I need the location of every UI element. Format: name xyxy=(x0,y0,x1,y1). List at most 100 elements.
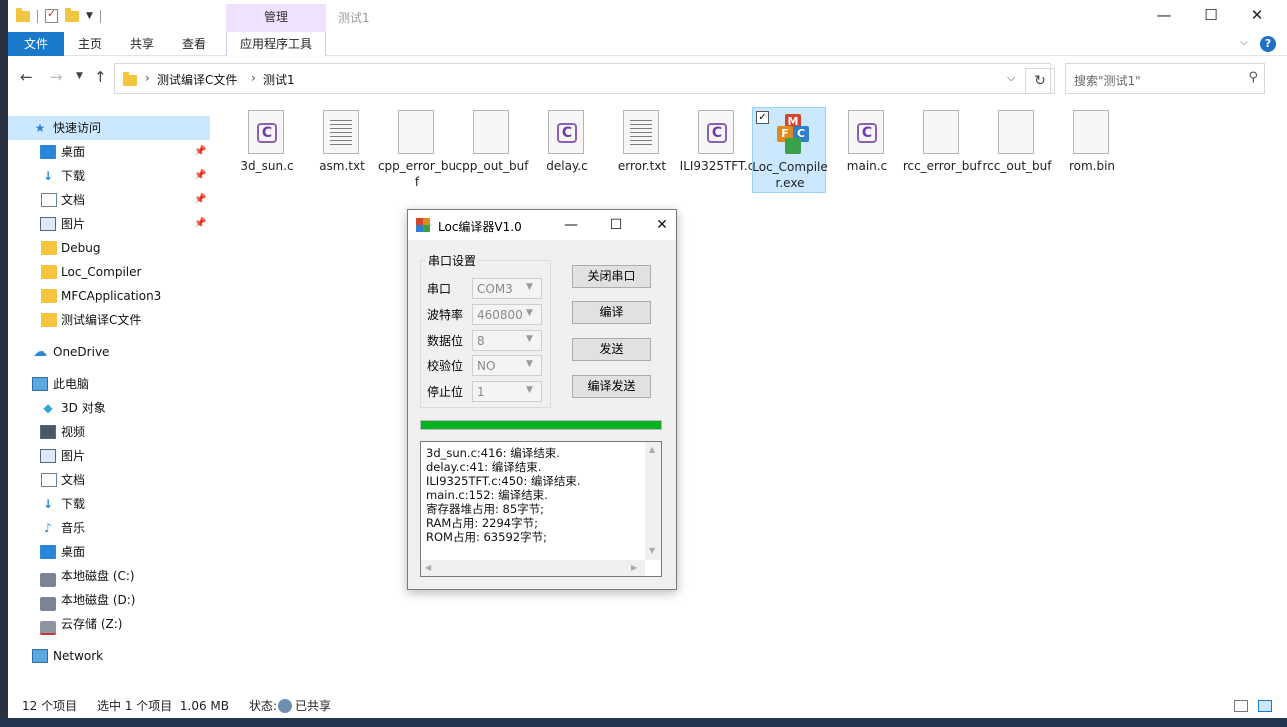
sidebar-item-quick-access[interactable]: ★ 快速访问 xyxy=(8,116,210,140)
sidebar-item-desktop[interactable]: 桌面 📌 xyxy=(8,140,210,164)
sidebar-item-drive-d[interactable]: 本地磁盘 (D:) xyxy=(8,588,210,612)
select-value: 460800 xyxy=(477,308,523,322)
sidebar-item-debug[interactable]: Debug xyxy=(8,236,210,260)
up-arrow-icon[interactable]: ↑ xyxy=(94,68,107,86)
sidebar-item-label: 图片 xyxy=(61,449,86,463)
horizontal-scrollbar[interactable]: ◀ ▶ xyxy=(421,560,645,576)
sidebar-item-label: Loc_Compiler xyxy=(61,265,142,279)
tab-share[interactable]: 共享 xyxy=(124,32,160,56)
sidebar-item-3d-objects[interactable]: ◆ 3D 对象 xyxy=(8,396,210,420)
baud-rate-select[interactable]: 460800 ▼ xyxy=(472,304,542,325)
output-log[interactable]: 3d_sun.c:416: 编译结束. delay.c:41: 编译结束. IL… xyxy=(420,441,662,577)
scroll-left-icon[interactable]: ◀ xyxy=(425,563,431,572)
tab-file[interactable]: 文件 xyxy=(8,32,64,56)
data-bits-select[interactable]: 8 ▼ xyxy=(472,330,542,351)
compile-button[interactable]: 编译 xyxy=(572,301,651,324)
sidebar-item-documents-pc[interactable]: 文档 xyxy=(8,468,210,492)
sidebar-item-loc-compiler[interactable]: Loc_Compiler xyxy=(8,260,210,284)
file-item[interactable]: cpp_out_buf xyxy=(455,107,529,193)
pin-icon[interactable]: 📌 xyxy=(194,188,206,212)
pin-icon[interactable]: 📌 xyxy=(194,140,206,164)
sidebar-item-pictures-pc[interactable]: 图片 xyxy=(8,444,210,468)
dialog-title-bar: Loc编译器V1.0 — ☐ ✕ xyxy=(408,210,676,240)
download-icon: ↓ xyxy=(42,169,54,183)
breadcrumb-separator-icon[interactable]: › xyxy=(145,71,150,85)
large-icons-view-icon[interactable] xyxy=(1258,700,1272,712)
sidebar-item-cloud-storage-z[interactable]: 云存储 (Z:) xyxy=(8,612,210,636)
scroll-up-icon[interactable]: ▲ xyxy=(649,445,655,454)
blank-file-icon xyxy=(923,110,959,154)
details-view-icon[interactable] xyxy=(1234,700,1248,712)
sidebar-item-mfcapplication3[interactable]: MFCApplication3 xyxy=(8,284,210,308)
refresh-icon[interactable]: ↻ xyxy=(1025,68,1055,94)
maximize-button[interactable]: ☐ xyxy=(1188,0,1234,32)
file-item-selected[interactable]: ✓ M F C Loc_Compiler.exe xyxy=(752,107,828,193)
file-item[interactable]: C main.c xyxy=(830,107,904,193)
dialog-minimize-button[interactable]: — xyxy=(558,214,584,236)
search-input[interactable]: 搜索"测试1" ⚲ xyxy=(1065,63,1265,94)
breadcrumb-separator-icon[interactable]: › xyxy=(251,71,256,85)
sidebar-item-pictures[interactable]: 图片 📌 xyxy=(8,212,210,236)
field-label-port: 串口 xyxy=(427,282,452,296)
checkbox-icon[interactable]: ✓ xyxy=(756,111,769,124)
music-icon: ♪ xyxy=(44,521,52,535)
address-history-dropdown-icon[interactable]: ⌵ xyxy=(1007,71,1015,85)
recent-locations-icon[interactable]: ▼ xyxy=(76,71,83,81)
customize-toolbar-icon[interactable]: ▼ xyxy=(86,11,93,21)
file-item[interactable]: C delay.c xyxy=(530,107,604,193)
sidebar-item-drive-c[interactable]: 本地磁盘 (C:) xyxy=(8,564,210,588)
sidebar-item-network[interactable]: Network xyxy=(8,644,210,668)
file-item[interactable]: rcc_error_buf xyxy=(903,107,981,193)
sidebar-item-downloads[interactable]: ↓ 下载 📌 xyxy=(8,164,210,188)
select-value: 8 xyxy=(477,334,485,348)
file-item[interactable]: C ILI9325TFT.c xyxy=(680,107,754,193)
pin-icon[interactable]: 📌 xyxy=(194,212,206,236)
expand-ribbon-icon[interactable]: ⌵ xyxy=(1240,37,1248,48)
port-select[interactable]: COM3 ▼ xyxy=(472,278,542,299)
dialog-close-button[interactable]: ✕ xyxy=(649,214,675,236)
sidebar-item-downloads-pc[interactable]: ↓ 下载 xyxy=(8,492,210,516)
vertical-scrollbar[interactable]: ▲ ▼ xyxy=(645,442,661,560)
tab-application-tools[interactable]: 应用程序工具 xyxy=(226,32,326,56)
sidebar-item-this-pc[interactable]: 此电脑 xyxy=(8,372,210,396)
pin-icon[interactable]: 📌 xyxy=(194,164,206,188)
file-item[interactable]: C 3d_sun.c xyxy=(230,107,304,193)
scroll-down-icon[interactable]: ▼ xyxy=(649,546,655,555)
parity-select[interactable]: NO ▼ xyxy=(472,355,542,376)
sidebar-item-music[interactable]: ♪ 音乐 xyxy=(8,516,210,540)
field-label-stop-bits: 停止位 xyxy=(427,385,464,399)
sidebar-item-label: 快速访问 xyxy=(53,121,102,135)
tab-view[interactable]: 查看 xyxy=(176,32,212,56)
address-bar[interactable]: › 测试编译C文件 › 测试1 ⌵ xyxy=(114,63,1051,94)
file-item[interactable]: asm.txt xyxy=(305,107,379,193)
properties-icon[interactable] xyxy=(45,7,58,23)
sidebar-item-documents[interactable]: 文档 📌 xyxy=(8,188,210,212)
minimize-button[interactable]: — xyxy=(1141,0,1187,32)
breadcrumb-item[interactable]: 测试编译C文件 xyxy=(157,71,237,88)
sidebar-item-desktop-pc[interactable]: 桌面 xyxy=(8,540,210,564)
close-button[interactable]: ✕ xyxy=(1234,0,1280,32)
stop-bits-select[interactable]: 1 ▼ xyxy=(472,381,542,402)
breadcrumb-item[interactable]: 测试1 xyxy=(263,71,295,88)
sidebar-item-test-compile-folder[interactable]: 测试编译C文件 xyxy=(8,308,210,332)
help-icon[interactable]: ? xyxy=(1260,36,1276,52)
sidebar-item-label: 视频 xyxy=(61,425,86,439)
dialog-maximize-button[interactable]: ☐ xyxy=(603,214,629,236)
forward-arrow-icon[interactable]: → xyxy=(50,68,63,86)
back-arrow-icon[interactable]: ← xyxy=(20,68,33,86)
compile-send-button[interactable]: 编译发送 xyxy=(572,375,651,398)
send-button[interactable]: 发送 xyxy=(572,338,651,361)
file-item[interactable]: rom.bin xyxy=(1055,107,1129,193)
close-port-button[interactable]: 关闭串口 xyxy=(572,265,651,288)
c-source-file-icon: C xyxy=(848,110,884,154)
file-item[interactable]: cpp_error_buf xyxy=(378,107,456,193)
search-icon[interactable]: ⚲ xyxy=(1248,70,1258,85)
sidebar-item-videos[interactable]: 视频 xyxy=(8,420,210,444)
new-folder-icon[interactable] xyxy=(65,7,79,22)
file-name: error.txt xyxy=(617,159,667,173)
sidebar-item-onedrive[interactable]: ☁ OneDrive xyxy=(8,340,210,364)
tab-home[interactable]: 主页 xyxy=(72,32,108,56)
scroll-right-icon[interactable]: ▶ xyxy=(631,563,637,572)
file-item[interactable]: error.txt xyxy=(605,107,679,193)
file-item[interactable]: rcc_out_buf xyxy=(980,107,1054,193)
